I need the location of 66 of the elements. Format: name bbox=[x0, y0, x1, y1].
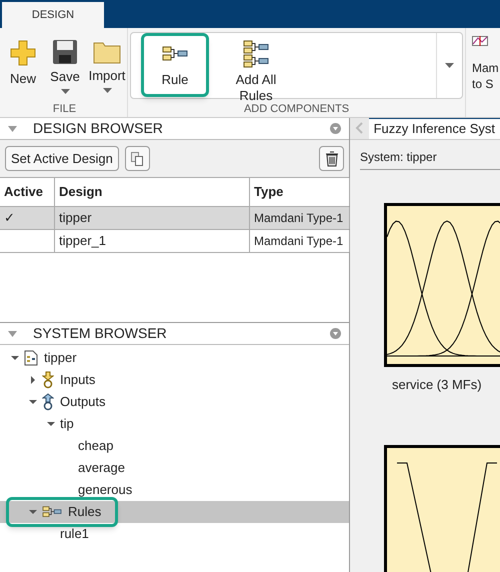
copy-button[interactable] bbox=[124, 146, 150, 171]
tree-label: average bbox=[78, 459, 125, 478]
document-tab[interactable]: Fuzzy Inference Syst bbox=[368, 118, 500, 139]
rules-icon bbox=[243, 40, 269, 68]
plus-icon bbox=[9, 39, 37, 67]
expanded-triangle-icon[interactable] bbox=[29, 508, 37, 516]
collapse-triangle-icon[interactable] bbox=[8, 126, 17, 132]
expanded-triangle-icon[interactable] bbox=[47, 420, 55, 428]
tree-label: Rules bbox=[68, 503, 102, 522]
more-caret-icon bbox=[445, 63, 454, 68]
ribbon-button[interactable]: Import bbox=[86, 32, 128, 96]
folder-icon bbox=[93, 40, 121, 64]
input-arrow-icon bbox=[42, 371, 54, 389]
tree-item[interactable]: generous bbox=[0, 479, 349, 501]
copy-icon bbox=[131, 152, 144, 166]
trash-icon bbox=[324, 150, 338, 166]
tree-item[interactable]: Inputs bbox=[0, 369, 349, 391]
tree-label: tipper bbox=[44, 349, 77, 368]
rule-icon bbox=[162, 46, 188, 62]
table-cell-text: tipper_1 bbox=[59, 232, 106, 250]
expanded-triangle-icon[interactable] bbox=[11, 354, 19, 362]
tree-label: tip bbox=[60, 415, 74, 434]
dropdown-caret-icon bbox=[102, 88, 112, 93]
table-row[interactable]: ✓ tipper Mamdani Type-1 bbox=[0, 207, 349, 230]
table-row[interactable]: tipper_1 Mamdani Type-1 bbox=[0, 230, 349, 253]
tree-item[interactable]: rule1 bbox=[0, 523, 349, 545]
table-cell-text: ✓ bbox=[4, 209, 15, 228]
table-cell-text: Mamdani Type-1 bbox=[254, 233, 344, 250]
collapse-triangle-icon[interactable] bbox=[8, 330, 17, 336]
tree-item[interactable]: cheap bbox=[0, 435, 349, 457]
group-label: ADD COMPONENTS bbox=[242, 102, 350, 117]
tree-item[interactable]: tipper bbox=[0, 347, 349, 369]
expanded-triangle-icon[interactable] bbox=[29, 398, 37, 406]
plot-label: service (3 MFs) bbox=[392, 376, 482, 394]
group-label: FILE bbox=[52, 102, 78, 117]
ribbon-button[interactable]: Mam to S bbox=[466, 28, 499, 117]
column-header[interactable]: Design bbox=[55, 178, 250, 206]
tree-item[interactable]: average bbox=[0, 457, 349, 479]
rule-icon bbox=[42, 506, 62, 518]
dropdown-caret-icon bbox=[60, 89, 70, 94]
ribbon-button[interactable]: New bbox=[2, 32, 44, 96]
tree-label: Outputs bbox=[60, 393, 106, 412]
tree-label: generous bbox=[78, 481, 132, 500]
table-cell-text: Mamdani Type-1 bbox=[254, 210, 344, 227]
tree-item[interactable]: Outputs bbox=[0, 391, 349, 413]
tree-label: Inputs bbox=[60, 371, 96, 390]
column-header[interactable]: Active bbox=[0, 178, 55, 206]
ribbon-button[interactable]: Rule bbox=[141, 33, 209, 97]
output-arrow-icon bbox=[42, 393, 54, 411]
tree-item[interactable]: tip bbox=[0, 413, 349, 435]
ribbon-button[interactable]: Save bbox=[44, 32, 86, 96]
panel-title: DESIGN BROWSER bbox=[33, 119, 164, 138]
document-icon bbox=[24, 350, 38, 366]
delete-button[interactable] bbox=[319, 146, 344, 171]
panel-title: SYSTEM BROWSER bbox=[33, 324, 168, 343]
collapsed-triangle-icon[interactable] bbox=[29, 376, 37, 384]
panel-menu-icon[interactable] bbox=[330, 123, 341, 134]
table-cell-text: tipper bbox=[59, 209, 92, 228]
ribbon-tab[interactable]: DESIGN bbox=[2, 2, 104, 28]
set-active-design-button[interactable]: Set Active Design bbox=[5, 146, 119, 171]
plot-frame[interactable] bbox=[384, 203, 500, 367]
system-label: System: tipper bbox=[360, 148, 500, 170]
panel-menu-icon[interactable] bbox=[330, 328, 341, 339]
tree-label: cheap bbox=[78, 437, 114, 456]
column-header[interactable]: Type bbox=[250, 178, 350, 206]
tree-label: rule1 bbox=[60, 525, 89, 544]
